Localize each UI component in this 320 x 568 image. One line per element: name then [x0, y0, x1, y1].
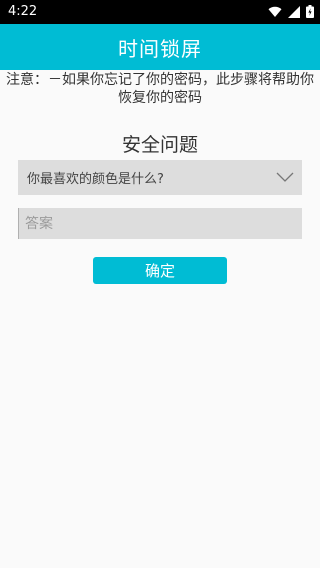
wifi-icon: [268, 3, 282, 22]
battery-icon: [306, 3, 314, 22]
security-question-title: 安全问题: [121, 134, 198, 156]
answer-input[interactable]: [18, 208, 302, 239]
status-icons: [268, 3, 314, 21]
app-bar: 时间锁屏: [0, 24, 320, 70]
security-question-select[interactable]: 你最喜欢的颜色是什么?: [18, 160, 302, 195]
chevron-down-icon: [276, 170, 294, 184]
cellular-signal-icon: [288, 3, 300, 22]
status-time: 4:22: [8, 4, 38, 19]
confirm-button[interactable]: 确定: [93, 257, 227, 284]
app-title: 时间锁屏: [118, 36, 202, 61]
status-bar: 4:22: [0, 0, 320, 24]
security-question-value: 你最喜欢的颜色是什么?: [27, 172, 164, 187]
password-recovery-notice: 注意：－如果你忘记了你的密码，此步骤将帮助你恢复你的密码: [6, 72, 314, 106]
